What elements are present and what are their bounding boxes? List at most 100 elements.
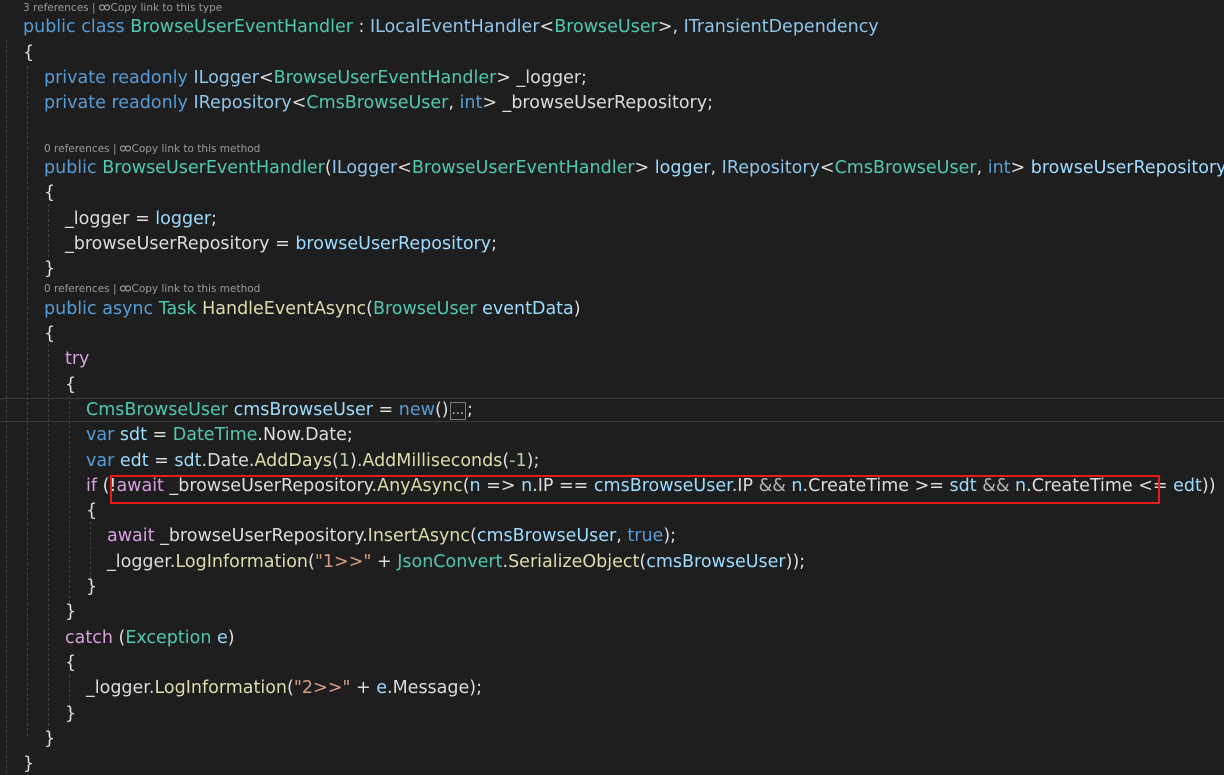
code-token: InsertAsync xyxy=(367,526,471,546)
code-punctuation xyxy=(0,43,23,63)
code-punctuation: ( xyxy=(112,628,126,648)
collapsed-region[interactable]: ... xyxy=(449,402,467,420)
code-token: edt xyxy=(119,451,149,471)
code-punctuation: , xyxy=(616,526,628,546)
code-token: Now xyxy=(262,425,300,445)
code-token: public xyxy=(44,299,97,319)
code-punctuation xyxy=(0,299,44,319)
link-icon xyxy=(119,285,131,292)
code-token: logger xyxy=(155,209,212,229)
code-punctuation: = xyxy=(372,400,399,420)
link-icon xyxy=(98,4,110,11)
code-token: sdt xyxy=(174,451,202,471)
code-punctuation xyxy=(0,349,65,369)
code-punctuation xyxy=(0,375,65,395)
code-token: public xyxy=(23,17,76,37)
code-punctuation: ). xyxy=(350,451,363,471)
code-token: private xyxy=(44,93,106,113)
code-punctuation: ; xyxy=(581,68,587,88)
code-punctuation: ); xyxy=(469,678,483,698)
code-punctuation: ); xyxy=(663,526,677,546)
code-token: class xyxy=(81,17,125,37)
code-punctuation: = xyxy=(146,425,173,445)
code-token: Task xyxy=(158,299,197,319)
code-token: logger xyxy=(654,158,711,178)
code-editor[interactable]: 3 references | Copy link to this type pub… xyxy=(0,0,1224,775)
link-icon xyxy=(119,145,131,152)
code-token: ITransientDependency xyxy=(683,17,879,37)
code-punctuation: } xyxy=(44,729,56,749)
code-token: ILogger xyxy=(331,158,398,178)
code-token: Exception xyxy=(125,628,212,648)
code-token: new xyxy=(398,400,435,420)
code-punctuation: { xyxy=(65,653,77,673)
code-punctuation xyxy=(0,158,44,178)
code-token: int xyxy=(987,158,1011,178)
code-token: AddMilliseconds xyxy=(362,451,503,471)
code-line: } xyxy=(0,258,55,280)
code-punctuation xyxy=(0,324,44,344)
code-line: try xyxy=(0,348,89,370)
references-count[interactable]: 3 references xyxy=(23,2,89,14)
code-punctuation: > xyxy=(496,68,517,88)
code-line: } xyxy=(0,753,34,775)
code-token: sdt xyxy=(119,425,147,445)
code-token: AddDays xyxy=(254,451,333,471)
code-token: var xyxy=(86,451,115,471)
code-token: cmsBrowseUser xyxy=(233,400,373,420)
copy-link[interactable]: Copy link to this type xyxy=(111,2,223,14)
code-line: } xyxy=(0,576,97,598)
codelens-constructor[interactable]: 0 references | Copy link to this method xyxy=(44,143,260,156)
code-line-field-repository: private readonly IRepository<CmsBrowseUs… xyxy=(0,92,713,114)
code-token: IRepository xyxy=(193,93,292,113)
code-token: readonly xyxy=(111,93,188,113)
copy-link[interactable]: Copy link to this method xyxy=(132,283,261,295)
code-line-constructor-signature: public BrowseUserEventHandler(ILogger<Br… xyxy=(0,157,1224,179)
code-line: { xyxy=(0,42,34,64)
code-token: async xyxy=(102,299,154,319)
code-token: _logger xyxy=(65,209,130,229)
code-line: } xyxy=(0,601,76,623)
code-token: Date xyxy=(207,451,249,471)
code-token: BrowseUserEventHandler xyxy=(411,158,635,178)
code-line-class-declaration: public class BrowseUserEventHandler : IL… xyxy=(0,16,879,38)
code-token: LogInformation xyxy=(175,552,309,572)
code-token: e xyxy=(376,678,387,698)
code-punctuation: ; xyxy=(467,400,473,420)
code-punctuation: ; xyxy=(346,425,353,445)
code-punctuation: , xyxy=(976,158,988,178)
code-token: ILogger xyxy=(193,68,259,88)
code-punctuation xyxy=(0,526,107,546)
code-token: LogInformation xyxy=(154,678,288,698)
code-punctuation xyxy=(0,17,23,37)
code-token: e xyxy=(217,628,228,648)
code-token: catch xyxy=(65,628,113,648)
code-punctuation xyxy=(0,209,65,229)
code-token: cmsBrowseUser xyxy=(646,552,786,572)
code-punctuation xyxy=(0,653,65,673)
code-line: { xyxy=(0,182,55,204)
codelens-class[interactable]: 3 references | Copy link to this type xyxy=(23,2,222,15)
copy-link[interactable]: Copy link to this method xyxy=(132,143,261,155)
code-token: BrowseUserEventHandler xyxy=(130,17,353,37)
code-line: var edt = sdt.Date.AddDays(1).AddMillise… xyxy=(0,450,539,472)
code-punctuation xyxy=(0,602,65,622)
code-punctuation xyxy=(0,68,44,88)
code-token: await xyxy=(107,526,155,546)
codelens-method[interactable]: 0 references | Copy link to this method xyxy=(44,283,260,296)
references-count[interactable]: 0 references xyxy=(44,143,110,155)
references-count[interactable]: 0 references xyxy=(44,283,110,295)
code-punctuation: { xyxy=(44,324,56,344)
code-punctuation xyxy=(0,259,44,279)
code-punctuation: ; xyxy=(491,234,497,254)
code-token: edt xyxy=(1173,476,1202,496)
code-token: browseUserRepository xyxy=(1030,158,1224,178)
code-line: _browseUserRepository = browseUserReposi… xyxy=(0,233,497,255)
code-line: { xyxy=(0,652,76,674)
code-punctuation: ; xyxy=(707,93,713,113)
code-token: "1>>" xyxy=(314,552,372,572)
code-punctuation: + xyxy=(350,678,377,698)
code-token: _logger xyxy=(516,68,582,88)
code-punctuation xyxy=(0,552,107,572)
code-token: var xyxy=(86,425,115,445)
